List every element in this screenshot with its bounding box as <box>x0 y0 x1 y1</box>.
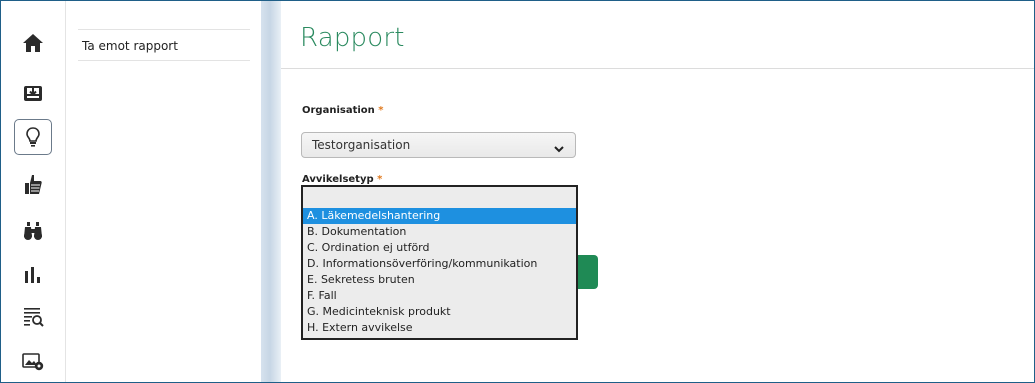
organisation-label-text: Organisation <box>302 105 375 116</box>
panel-divider <box>261 1 281 382</box>
app-window: Ta emot rapport Rapport Organisation * T… <box>0 0 1035 383</box>
submit-button[interactable] <box>578 255 598 289</box>
title-divider <box>281 68 1034 69</box>
option-a[interactable]: A. Läkemedelshantering <box>303 208 576 224</box>
list-search-icon[interactable] <box>14 299 52 335</box>
organisation-select-value: Testorganisation <box>312 138 411 152</box>
inbox-download-icon[interactable] <box>14 75 52 111</box>
avvikelsetyp-label-text: Avvikelsetyp <box>302 174 374 185</box>
bar-chart-icon[interactable] <box>14 257 52 293</box>
option-h[interactable]: H. Extern avvikelse <box>303 320 576 336</box>
image-settings-icon[interactable] <box>14 343 52 379</box>
secondary-nav: Ta emot rapport <box>66 1 261 382</box>
required-marker: * <box>378 105 384 116</box>
avvikelsetyp-label: Avvikelsetyp * <box>302 174 382 185</box>
icon-rail <box>1 1 66 382</box>
home-icon[interactable] <box>14 25 52 61</box>
organisation-label: Organisation * <box>302 105 384 116</box>
option-e[interactable]: E. Sekretess bruten <box>303 272 576 288</box>
lightbulb-icon[interactable] <box>14 119 52 155</box>
option-g[interactable]: G. Medicinteknisk produkt <box>303 304 576 320</box>
chevron-down-icon <box>553 139 565 163</box>
page-title: Rapport <box>300 23 405 53</box>
thumbs-up-icon[interactable] <box>14 167 52 203</box>
main-content: Rapport Organisation * Testorganisation … <box>281 1 1034 382</box>
option-f[interactable]: F. Fall <box>303 288 576 304</box>
binoculars-icon[interactable] <box>14 213 52 249</box>
required-marker: * <box>377 174 383 185</box>
subnav-item-ta-emot-rapport[interactable]: Ta emot rapport <box>78 29 250 61</box>
organisation-select[interactable]: Testorganisation <box>301 132 576 158</box>
avvikelsetyp-dropdown-list[interactable]: A. Läkemedelshantering B. Dokumentation … <box>301 185 578 340</box>
option-d[interactable]: D. Informationsöverföring/kommunikation <box>303 256 576 272</box>
option-b[interactable]: B. Dokumentation <box>303 224 576 240</box>
option-c[interactable]: C. Ordination ej utförd <box>303 240 576 256</box>
